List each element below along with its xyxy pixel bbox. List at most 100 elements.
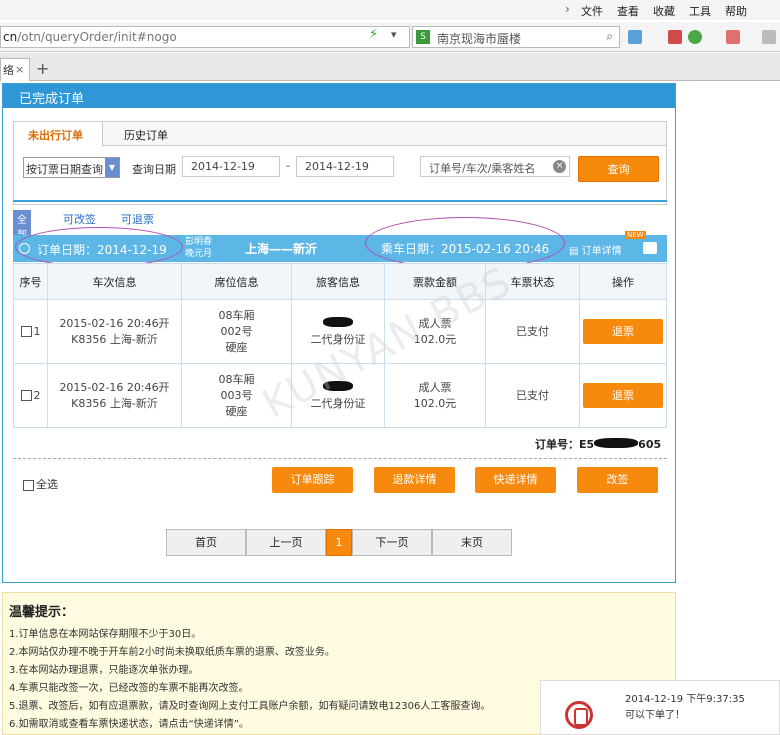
date-to-input[interactable]: 2014-12-19 bbox=[296, 156, 394, 177]
train-cell: 2015-02-16 20:46开 K8356 上海-新沂 bbox=[47, 363, 182, 428]
order-detail-link[interactable]: ▤ 订单详情 bbox=[569, 242, 622, 257]
currency-icon[interactable] bbox=[688, 30, 702, 44]
more-icon[interactable] bbox=[762, 30, 776, 44]
tab-upcoming-orders[interactable]: 未出行订单 bbox=[14, 122, 103, 147]
query-button[interactable]: 查询 bbox=[578, 156, 659, 182]
row-checkbox[interactable] bbox=[20, 326, 32, 337]
filter-changeable[interactable]: 可改签 bbox=[63, 211, 96, 227]
filter-refundable[interactable]: 可退票 bbox=[121, 211, 154, 227]
refund-button[interactable]: 退票 bbox=[583, 383, 663, 408]
menu-file[interactable]: 文件 bbox=[581, 3, 603, 19]
seat-number: 003号 bbox=[220, 388, 253, 402]
pager-next[interactable]: 下一页 bbox=[352, 529, 432, 556]
print-icon[interactable] bbox=[643, 242, 657, 254]
seat-car: 08车厢 bbox=[218, 308, 255, 322]
row-index: 2 bbox=[33, 388, 41, 402]
keyword-input[interactable]: 订单号/车次/乘客姓名 × bbox=[420, 156, 570, 177]
col-action: 操作 bbox=[579, 263, 667, 300]
search-engine-icon: S bbox=[416, 30, 430, 44]
query-type-select[interactable]: 按订票日期查询 ▼ bbox=[23, 157, 120, 178]
query-type-value: 按订票日期查询 bbox=[26, 163, 103, 176]
divider bbox=[13, 200, 667, 202]
action-cell: 退票 bbox=[579, 363, 667, 428]
row-checkbox[interactable] bbox=[20, 390, 32, 401]
highlight-ellipse bbox=[15, 227, 183, 267]
promo-text: 彭明春 晚元月 bbox=[185, 236, 212, 260]
select-all-checkbox[interactable] bbox=[23, 479, 34, 491]
refund-detail-button[interactable]: 退款详情 bbox=[374, 467, 455, 493]
search-icon[interactable]: ⌕ bbox=[606, 29, 613, 44]
order-detail-label: 订单详情 bbox=[581, 246, 622, 257]
change-ticket-button[interactable]: 改签 bbox=[577, 467, 658, 493]
chevron-down-icon[interactable]: ▾ bbox=[391, 28, 397, 41]
select-all[interactable]: 全选 bbox=[23, 476, 58, 492]
dropdown-arrow-icon[interactable]: ▼ bbox=[105, 158, 119, 177]
fare-type: 成人票 bbox=[418, 380, 452, 394]
date-separator: - bbox=[286, 159, 290, 172]
new-tab-button[interactable]: + bbox=[36, 59, 49, 78]
seat-class: 硬座 bbox=[225, 340, 248, 354]
col-passenger: 旅客信息 bbox=[291, 263, 385, 300]
keyword-placeholder: 订单号/车次/乘客姓名 bbox=[429, 162, 536, 175]
highlight-ellipse bbox=[365, 217, 565, 269]
date-from-input[interactable]: 2014-12-19 bbox=[182, 156, 280, 177]
menu-favorites[interactable]: 收藏 bbox=[653, 3, 675, 19]
browser-search-input[interactable]: S 南京现海市蜃楼 ⌕ bbox=[412, 26, 620, 48]
menu-help[interactable]: 帮助 bbox=[725, 3, 747, 19]
browser-tab[interactable]: 络 × bbox=[0, 58, 30, 81]
row-index: 1 bbox=[33, 324, 41, 338]
col-index: 序号 bbox=[13, 263, 48, 300]
seat-class: 硬座 bbox=[225, 404, 248, 418]
tip-line: 1.订单信息在本网站保存期限不少于30日。 bbox=[9, 629, 202, 640]
bookmark-icon[interactable] bbox=[668, 30, 682, 44]
table-header-row: 序号 车次信息 席位信息 旅客信息 票款金额 车票状态 操作 bbox=[13, 263, 667, 300]
tab-bar: 络 × + bbox=[0, 53, 780, 81]
query-date-label: 查询日期 bbox=[132, 163, 176, 176]
seat-cell: 08车厢 002号硬座 bbox=[181, 299, 292, 364]
translate-icon[interactable] bbox=[726, 30, 740, 44]
lightning-icon[interactable]: ⚡ bbox=[369, 27, 378, 42]
order-number-label: 订单号：E5 bbox=[535, 438, 595, 451]
order-tabs: 未出行订单 历史订单 bbox=[14, 122, 666, 147]
pager-last[interactable]: 末页 bbox=[432, 529, 512, 556]
pager-prev[interactable]: 上一页 bbox=[246, 529, 326, 556]
express-detail-button[interactable]: 快递详情 bbox=[475, 467, 556, 493]
menu-tools[interactable]: 工具 bbox=[689, 3, 711, 19]
promo-line-1: 彭明春 bbox=[185, 237, 213, 247]
order-number-tail: 605 bbox=[638, 438, 662, 451]
pager-current[interactable]: 1 bbox=[326, 529, 352, 556]
order-number: 订单号：E5 605 bbox=[535, 436, 661, 452]
col-train: 车次信息 bbox=[47, 263, 182, 300]
url-field[interactable]: cn/otn/queryOrder/init#nogo ⚡ ▾ bbox=[0, 26, 410, 48]
seat-car: 08车厢 bbox=[218, 372, 255, 386]
search-text: 南京现海市蜃楼 bbox=[437, 32, 522, 46]
action-cell: 退票 bbox=[579, 299, 667, 364]
tab-title: 络 bbox=[3, 64, 14, 77]
tip-line: 6.如需取消或查看车票快递状态，请点击“快递详情”。 bbox=[9, 719, 249, 730]
order-tracking-button[interactable]: 订单跟踪 bbox=[272, 467, 353, 493]
tip-line: 3.在本网站办理退票，只能逐次单张办理。 bbox=[9, 665, 199, 676]
pager-first[interactable]: 首页 bbox=[166, 529, 246, 556]
fare-amount: 102.0元 bbox=[413, 396, 457, 410]
refund-button[interactable]: 退票 bbox=[583, 319, 663, 344]
train-route: K8356 上海-新沂 bbox=[71, 332, 158, 346]
clear-icon[interactable]: × bbox=[553, 160, 566, 173]
apps-icon[interactable] bbox=[628, 30, 642, 44]
tab-history-orders[interactable]: 历史订单 bbox=[110, 122, 182, 147]
seat-number: 002号 bbox=[220, 324, 253, 338]
url-host: cn bbox=[3, 30, 18, 44]
redacted-name bbox=[323, 316, 353, 327]
tip-line: 5.退票、改签后，如有应退票款，请及时查询网上支付工具账户余额，如有疑问请致电1… bbox=[9, 701, 491, 712]
chevron-right-icon[interactable]: › bbox=[565, 2, 570, 16]
promo-line-2: 晚元月 bbox=[185, 249, 213, 259]
close-icon[interactable]: × bbox=[15, 63, 24, 76]
tip-line: 4.车票只能改签一次，已经改签的车票不能再次改签。 bbox=[9, 683, 249, 694]
menu-view[interactable]: 查看 bbox=[617, 3, 639, 19]
col-seat: 席位信息 bbox=[181, 263, 292, 300]
dashed-divider bbox=[13, 458, 667, 459]
train-time: 2015-02-16 20:46开 bbox=[59, 316, 170, 330]
tip-line: 2.本网站仅办理不晚于开车前2小时尚未换取纸质车票的退票、改签业务。 bbox=[9, 647, 335, 658]
chat-time: 2014-12-19 下午9:37:35 bbox=[625, 694, 745, 705]
chat-popup[interactable]: 2014-12-19 下午9:37:35 可以下单了！ bbox=[540, 680, 780, 735]
train-cell: 2015-02-16 20:46开 K8356 上海-新沂 bbox=[47, 299, 182, 364]
